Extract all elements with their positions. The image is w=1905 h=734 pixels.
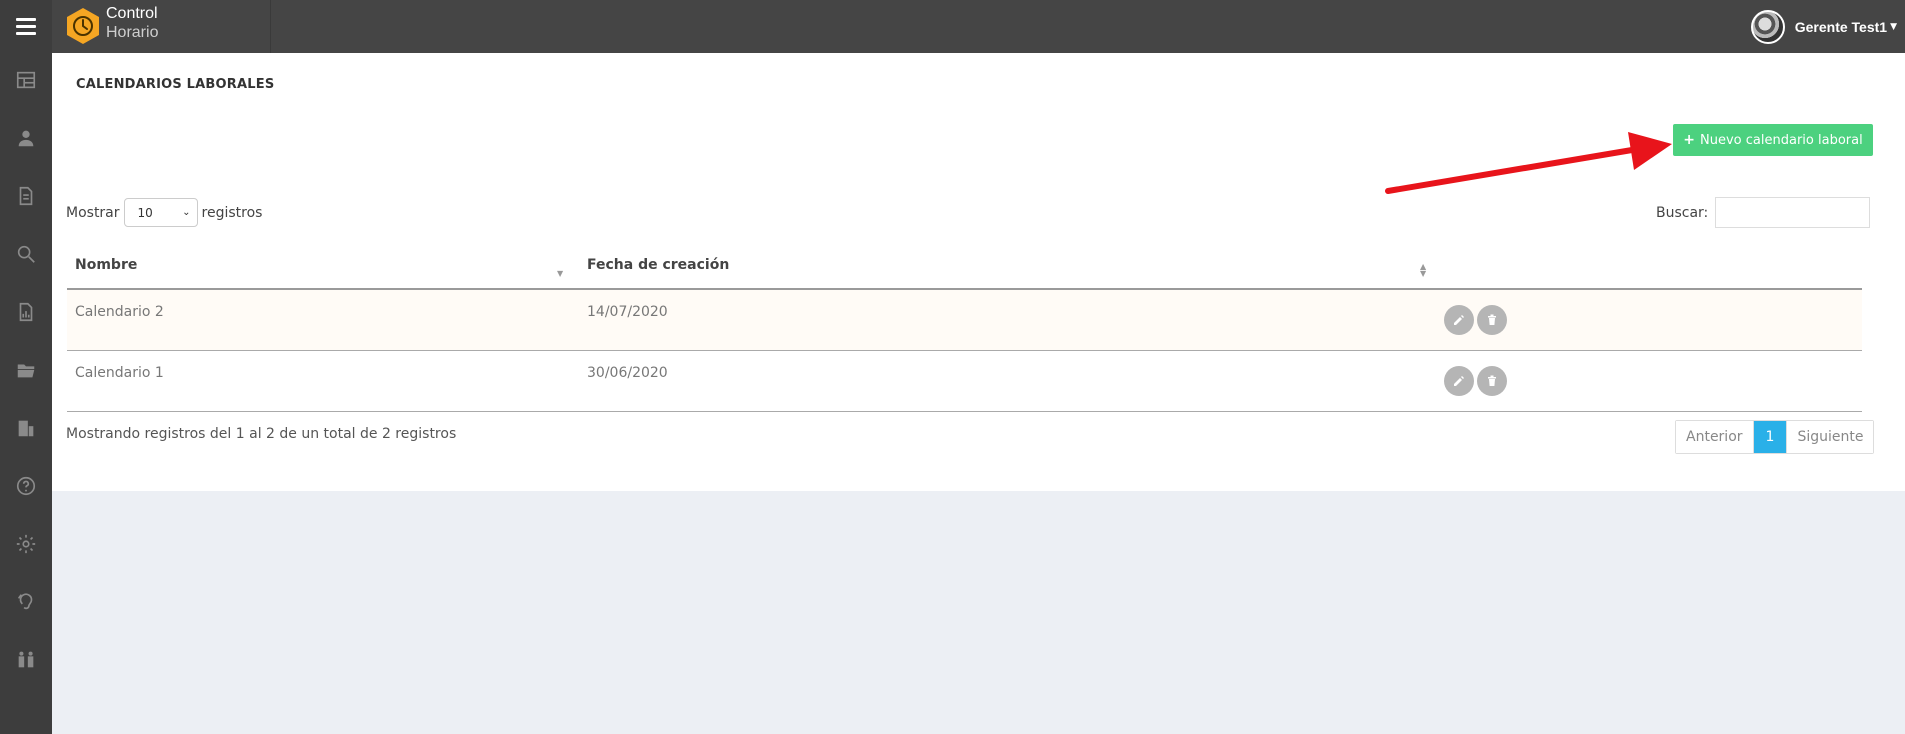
row-name: Calendario 1 xyxy=(75,365,164,381)
pagination: Anterior 1 Siguiente xyxy=(1675,420,1875,454)
brand-name-line1: Control xyxy=(106,5,158,22)
row-date: 14/07/2020 xyxy=(587,304,668,320)
sort-both-icon: ▲ ▼ xyxy=(1420,262,1427,278)
folder-icon xyxy=(17,364,35,378)
search-label: Buscar: xyxy=(1656,204,1709,221)
avatar xyxy=(1750,9,1785,44)
sidebar-item-dashboard[interactable] xyxy=(0,60,52,100)
sidebar-item-folders[interactable] xyxy=(0,350,52,390)
edit-button[interactable] xyxy=(1444,305,1474,335)
pagination-previous[interactable]: Anterior xyxy=(1676,421,1753,453)
plus-icon: + xyxy=(1683,132,1696,148)
sidebar-item-search[interactable] xyxy=(0,234,52,274)
edit-button[interactable] xyxy=(1444,366,1474,396)
sidebar-item-documents[interactable] xyxy=(0,176,52,216)
user-menu[interactable]: Gerente Test1 ▼ xyxy=(1750,0,1905,53)
top-bar: Control Horario Gerente Test1 ▼ xyxy=(52,0,1905,53)
new-calendar-label: Nuevo calendario laboral xyxy=(1700,132,1863,148)
search-control: Buscar: xyxy=(1656,197,1871,228)
pagination-next[interactable]: Siguiente xyxy=(1786,421,1874,453)
dashboard-icon xyxy=(16,71,36,89)
accessibility-icon xyxy=(17,593,33,610)
page-length-select[interactable]: 10 ⌄ xyxy=(123,198,198,227)
page-length-control: Mostrar 10 ⌄ registros xyxy=(66,198,262,227)
gear-icon xyxy=(16,534,36,554)
building-icon xyxy=(18,420,34,437)
sidebar-item-users[interactable] xyxy=(0,118,52,158)
chevron-down-icon: ⌄ xyxy=(182,207,191,218)
sidebar-item-settings[interactable] xyxy=(0,524,52,564)
delete-button[interactable] xyxy=(1477,305,1507,335)
row-name: Calendario 2 xyxy=(75,304,164,320)
trash-icon xyxy=(1488,314,1496,325)
row-actions xyxy=(1444,305,1507,335)
table-header: Nombre ▼ Fecha de creación ▲ ▼ xyxy=(67,243,1862,290)
table-info: Mostrando registros del 1 al 2 de un tot… xyxy=(66,426,457,442)
pagination-page-1[interactable]: 1 xyxy=(1752,421,1787,453)
row-date: 30/06/2020 xyxy=(587,365,668,381)
sidebar-item-help[interactable] xyxy=(0,466,52,506)
report-icon xyxy=(19,302,33,322)
clock-logo-icon xyxy=(67,8,99,44)
pencil-icon xyxy=(1454,376,1464,386)
document-icon xyxy=(19,186,33,206)
annotation-arrow xyxy=(1385,132,1672,194)
sidebar xyxy=(0,0,52,734)
pencil-icon xyxy=(1454,315,1464,325)
table-row: Calendario 2 14/07/2020 xyxy=(67,290,1862,351)
sidebar-item-buildings[interactable] xyxy=(0,408,52,448)
sidebar-item-team[interactable] xyxy=(0,640,52,680)
records-label: registros xyxy=(201,204,263,221)
sidebar-item-accessibility[interactable] xyxy=(0,582,52,622)
user-name: Gerente Test1 xyxy=(1794,18,1888,35)
new-calendar-button[interactable]: + Nuevo calendario laboral xyxy=(1673,124,1873,156)
brand[interactable]: Control Horario xyxy=(52,0,271,53)
search-icon xyxy=(17,245,35,263)
search-input[interactable] xyxy=(1715,197,1871,228)
column-header-name[interactable]: Nombre xyxy=(75,257,137,273)
team-icon xyxy=(18,651,34,668)
table-row: Calendario 1 30/06/2020 xyxy=(67,351,1862,412)
page-length-value: 10 xyxy=(137,205,153,220)
caret-down-icon: ▼ xyxy=(1890,21,1897,32)
trash-icon xyxy=(1488,375,1496,386)
calendars-table: Nombre ▼ Fecha de creación ▲ ▼ Calendario… xyxy=(67,243,1862,412)
page-title: CALENDARIOS LABORALES xyxy=(76,77,275,92)
user-icon xyxy=(18,130,34,147)
help-icon xyxy=(16,476,36,496)
row-actions xyxy=(1444,366,1507,396)
sort-desc-icon: ▼ xyxy=(557,269,564,278)
content-panel: CALENDARIOS LABORALES + Nuevo calendario… xyxy=(52,53,1905,491)
brand-name-line2: Horario xyxy=(106,24,159,41)
sidebar-item-reports[interactable] xyxy=(0,292,52,332)
hamburger-menu-icon[interactable] xyxy=(0,0,52,53)
show-label: Mostrar xyxy=(66,204,120,221)
delete-button[interactable] xyxy=(1477,366,1507,396)
column-header-date[interactable]: Fecha de creación xyxy=(587,257,729,273)
